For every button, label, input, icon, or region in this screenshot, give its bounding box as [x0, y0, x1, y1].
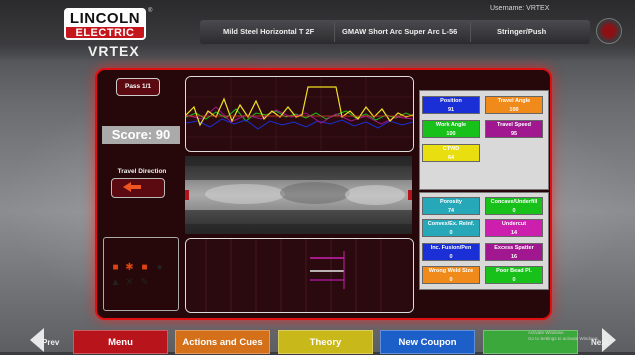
- metric-wrong-weld-size[interactable]: Wrong Weld Size 0: [422, 266, 480, 284]
- tool-icon: ✎: [140, 277, 149, 288]
- username-label: Username: VRTEX: [490, 5, 550, 12]
- registered-mark: ®: [148, 8, 153, 14]
- divider: [334, 22, 335, 42]
- weld-bead-image: [185, 156, 412, 234]
- defect-trace-graph: [185, 238, 414, 313]
- metric-label: Undercut: [501, 221, 527, 227]
- logo-bottom: ELECTRIC: [75, 27, 135, 39]
- lincoln-logo: LINCOLN ELECTRIC: [64, 8, 146, 40]
- actions-and-cues-button[interactable]: Actions and Cues: [175, 330, 270, 354]
- metric-label: Poor Bead Pl.: [496, 268, 532, 274]
- metric-inc-fusion[interactable]: Inc. Fusion/Pen 0: [422, 243, 480, 261]
- menu-button[interactable]: Menu: [73, 330, 168, 354]
- torch-icon: ▲: [110, 277, 121, 288]
- metric-value: 0: [512, 208, 516, 214]
- new-coupon-button[interactable]: New Coupon: [380, 330, 475, 354]
- metric-position[interactable]: Position 91: [422, 96, 480, 114]
- activate-windows-watermark: Activate Windows Go to Settings to activ…: [528, 330, 599, 342]
- next-button[interactable]: Next: [591, 338, 608, 347]
- metric-travel-angle[interactable]: Travel Angle 100: [485, 96, 543, 114]
- metric-label: CTWD: [442, 146, 460, 152]
- metric-travel-speed[interactable]: Travel Speed 95: [485, 120, 543, 138]
- helmet-icon: ■: [112, 262, 119, 273]
- metric-ctwd[interactable]: CTWD 64: [422, 144, 480, 162]
- metric-convex-reinf[interactable]: Convex/Ex. Reinf. 0: [422, 219, 480, 237]
- travel-direction-label: Travel Direction: [117, 168, 167, 175]
- product-name: VRTEX: [88, 43, 140, 59]
- metric-value: 95: [510, 131, 518, 137]
- metric-label: Convex/Ex. Reinf.: [427, 221, 475, 227]
- metric-value: 0: [449, 254, 453, 260]
- metric-work-angle[interactable]: Work Angle 100: [422, 120, 480, 138]
- metric-label: Porosity: [439, 199, 462, 205]
- metric-value: 16: [510, 254, 518, 260]
- metric-value: 64: [447, 155, 455, 161]
- prev-button[interactable]: Prev: [42, 338, 59, 347]
- equipment-icons-panel: [103, 237, 179, 311]
- metric-label: Position: [440, 98, 462, 104]
- power-button[interactable]: [596, 18, 622, 44]
- metric-excess-spatter[interactable]: Excess Spatter 16: [485, 243, 543, 261]
- pass-selector[interactable]: Pass 1/1: [116, 78, 160, 96]
- metric-value: 0: [449, 230, 453, 236]
- metric-value: 91: [447, 107, 455, 113]
- metric-porosity[interactable]: Porosity 74: [422, 197, 480, 215]
- arrow-left-icon: [123, 182, 131, 192]
- metric-value: 0: [449, 277, 453, 283]
- metric-label: Travel Angle: [497, 98, 531, 104]
- metric-value: 0: [512, 277, 516, 283]
- metric-label: Inc. Fusion/Pen: [430, 245, 472, 251]
- metric-label: Concave/Underfill: [490, 199, 538, 205]
- theory-button[interactable]: Theory: [278, 330, 373, 354]
- metric-value: 100: [509, 107, 519, 113]
- glove-icon: ■: [141, 262, 148, 273]
- metric-label: Excess Spatter: [494, 245, 534, 251]
- wire-icon: ✕: [125, 277, 134, 288]
- metric-value: 74: [447, 208, 455, 214]
- metric-label: Work Angle: [435, 122, 467, 128]
- weld-bead-texture: [185, 156, 412, 234]
- metric-value: 100: [446, 131, 456, 137]
- tab-technique: Stringer/Push: [497, 27, 547, 36]
- parameter-trace-graph: [185, 76, 414, 152]
- tab-process: GMAW Short Arc Super Arc L-56: [342, 27, 458, 36]
- score-display: Score: 90: [102, 126, 180, 144]
- gear-icon: ✱: [125, 262, 134, 273]
- metric-label: Travel Speed: [497, 122, 531, 128]
- metric-poor-bead-placement[interactable]: Poor Bead Pl. 0: [485, 266, 543, 284]
- arrow-left-icon-shaft: [131, 185, 141, 189]
- activate-line2: Go to Settings to activate Windows.: [528, 336, 600, 341]
- metric-value: 14: [510, 230, 518, 236]
- logo-top: LINCOLN: [66, 10, 144, 27]
- eye-icon: ●: [156, 262, 163, 273]
- metric-undercut[interactable]: Undercut 14: [485, 219, 543, 237]
- metric-label: Wrong Weld Size: [428, 268, 474, 274]
- tab-material: Mild Steel Horizontal T 2F: [223, 27, 315, 36]
- divider: [470, 22, 471, 42]
- metric-concave-underfill[interactable]: Concave/Underfill 0: [485, 197, 543, 215]
